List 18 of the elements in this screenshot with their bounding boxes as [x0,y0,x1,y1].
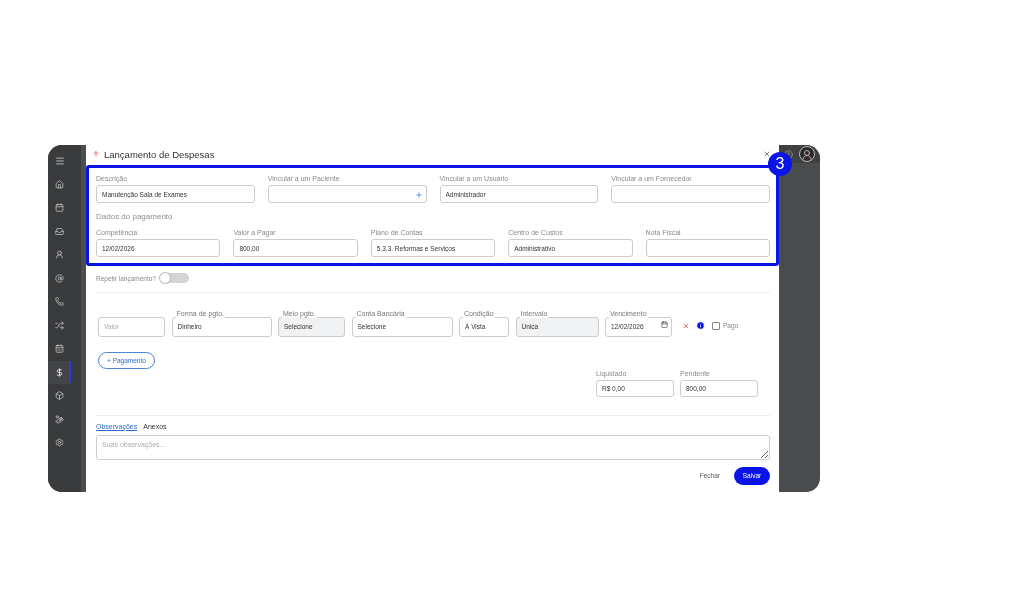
menu-icon[interactable] [55,155,65,166]
arrow-up-icon [92,150,100,158]
help-icon[interactable] [784,149,793,159]
avatar[interactable] [799,146,815,162]
input-field[interactable] [611,185,770,203]
repeat-toggle[interactable] [160,273,189,283]
dollar-icon[interactable] [48,360,71,384]
calendar-icon[interactable] [661,321,668,328]
close-icon[interactable] [763,150,771,158]
input-field[interactable] [267,185,427,203]
paid-checkbox[interactable] [711,321,720,330]
section-title: Dados do pagamento [96,212,174,221]
add-icon[interactable] [414,191,423,199]
input-field[interactable] [645,239,770,257]
info-icon[interactable] [696,321,705,331]
step-badge: 3 [768,152,792,176]
remove-icon[interactable] [681,321,690,330]
dialog-title: Lançamento de Despesas [104,148,216,160]
